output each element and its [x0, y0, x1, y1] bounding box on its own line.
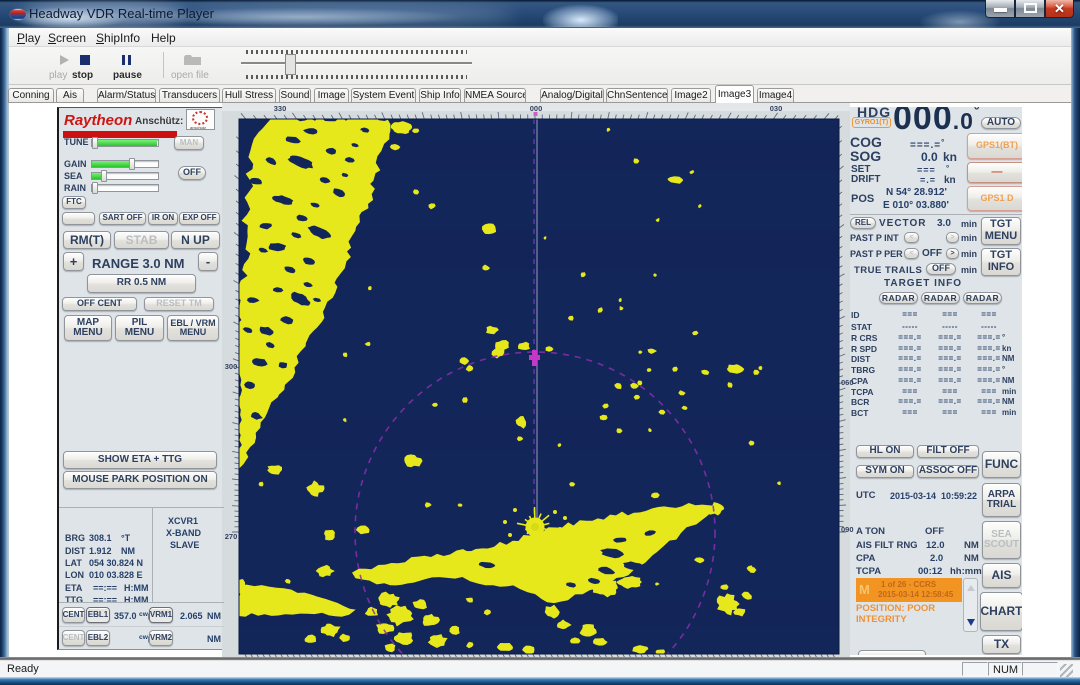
- svg-text:000: 000: [530, 104, 543, 113]
- svg-text:030: 030: [770, 104, 783, 113]
- svg-text:330: 330: [274, 104, 287, 113]
- svg-text:270: 270: [225, 532, 238, 541]
- svg-text:300: 300: [225, 362, 238, 371]
